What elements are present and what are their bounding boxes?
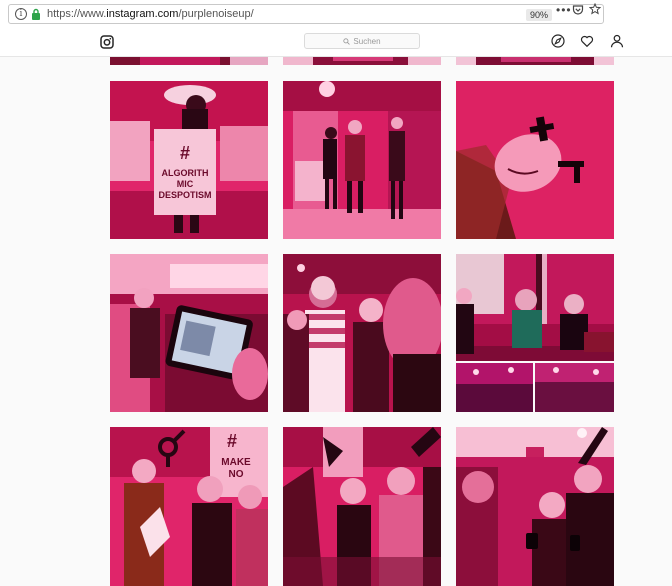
page-actions-icon[interactable]: ••• (556, 3, 572, 17)
post-thumbnail[interactable] (283, 81, 441, 239)
post-thumbnail[interactable] (456, 427, 614, 586)
sign-text-make: MAKE (221, 457, 251, 468)
lock-icon[interactable] (31, 8, 41, 20)
instagram-logo-icon[interactable] (100, 35, 114, 49)
post-thumbnail[interactable] (456, 254, 614, 412)
post-thumbnail[interactable] (456, 81, 614, 239)
post-thumbnail[interactable] (110, 57, 268, 65)
search-icon (343, 37, 351, 45)
user-icon[interactable] (610, 34, 624, 48)
post-thumbnail[interactable] (283, 427, 441, 586)
post-thumbnail[interactable] (110, 254, 268, 412)
photo-grid: # ALGORITH MIC DESPOTISM # MAKE NO (0, 57, 672, 586)
heart-icon[interactable] (580, 34, 594, 48)
browser-toolbar: i https://www.instagram.com/purplenoiseu… (0, 0, 672, 29)
pocket-icon[interactable] (572, 4, 584, 16)
sign-hash: # (180, 143, 190, 163)
url-text[interactable]: https://www.instagram.com/purplenoiseup/ (47, 8, 254, 20)
zoom-level-badge[interactable]: 90% (526, 9, 552, 21)
post-thumbnail[interactable] (283, 254, 441, 412)
sign-hash: # (227, 431, 237, 451)
search-input[interactable]: Suchen (304, 33, 420, 49)
compass-icon[interactable] (551, 34, 565, 48)
post-thumbnail[interactable] (283, 57, 441, 65)
sign-text-line1: ALGORITH (162, 168, 209, 178)
post-thumbnail[interactable]: # MAKE NO (110, 427, 268, 586)
address-bar[interactable]: i https://www.instagram.com/purplenoiseu… (8, 4, 604, 24)
post-thumbnail[interactable]: # ALGORITH MIC DESPOTISM (110, 81, 268, 239)
sign-text-no: NO (229, 469, 244, 480)
search-placeholder: Suchen (353, 36, 381, 46)
post-thumbnail[interactable] (456, 57, 614, 65)
sign-text-line2: MIC (177, 179, 194, 189)
star-icon[interactable] (589, 3, 601, 15)
info-icon[interactable]: i (15, 8, 27, 20)
instagram-header: Suchen (0, 28, 672, 57)
sign-text-line3: DESPOTISM (158, 190, 211, 200)
